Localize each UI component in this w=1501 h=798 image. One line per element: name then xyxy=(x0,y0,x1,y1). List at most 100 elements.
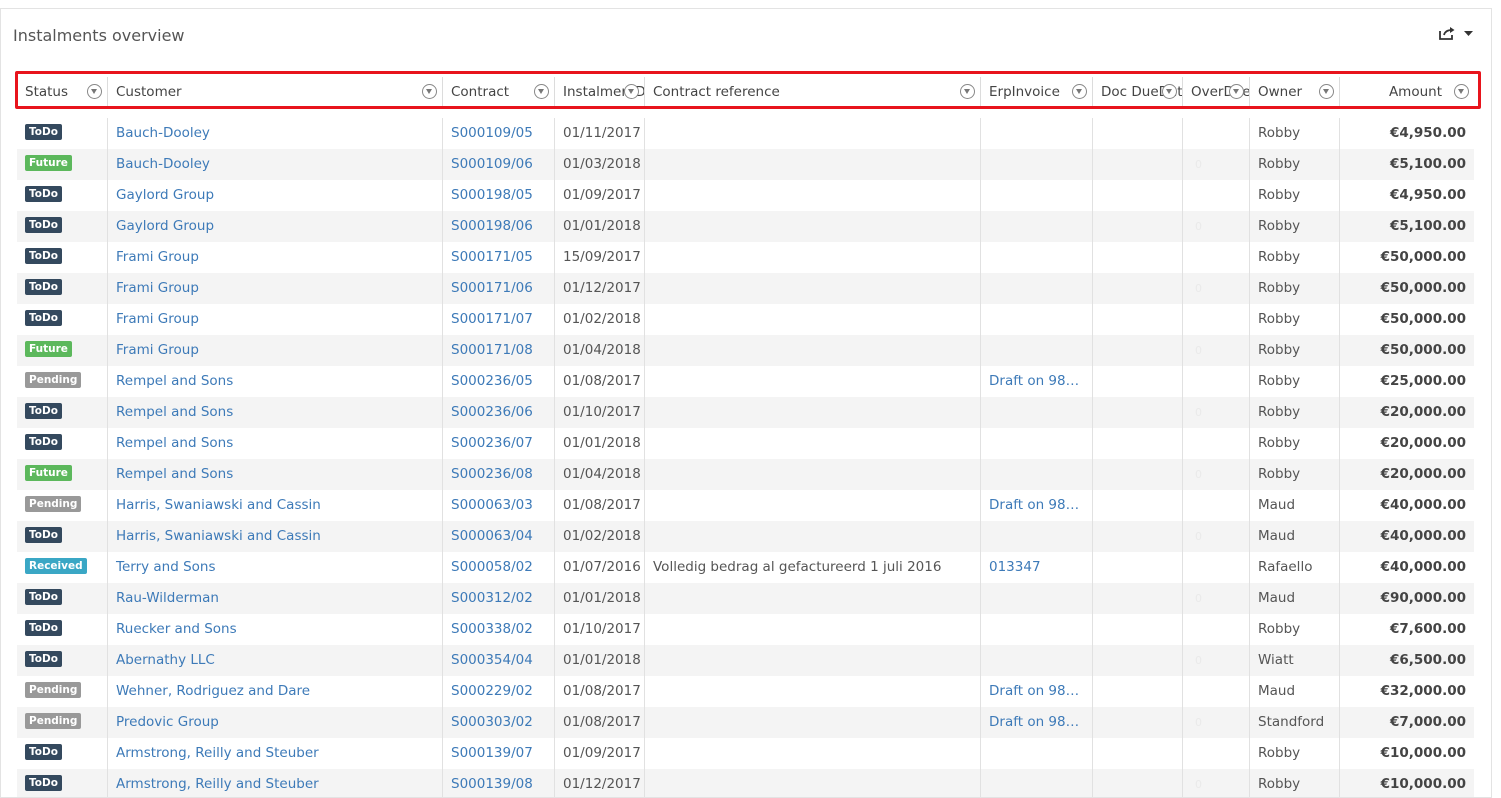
table-row[interactable]: ToDo Abernathy LLC S000354/04 01/01/2018… xyxy=(17,645,1474,676)
erp-invoice-link[interactable] xyxy=(981,335,1093,366)
erp-invoice-link[interactable] xyxy=(981,397,1093,428)
table-row[interactable]: Future Frami Group S000171/08 01/04/2018… xyxy=(17,335,1474,366)
table-row[interactable]: ToDo Armstrong, Reilly and Steuber S0001… xyxy=(17,738,1474,769)
customer-link[interactable]: Rempel and Sons xyxy=(108,428,443,459)
erp-invoice-link[interactable]: Draft on 982… xyxy=(981,676,1093,707)
erp-invoice-link[interactable] xyxy=(981,769,1093,797)
table-row[interactable]: ToDo Rempel and Sons S000236/07 01/01/20… xyxy=(17,428,1474,459)
customer-link[interactable]: Harris, Swaniawski and Cassin xyxy=(108,521,443,552)
contract-link[interactable]: S000171/05 xyxy=(443,242,555,273)
customer-link[interactable]: Abernathy LLC xyxy=(108,645,443,676)
table-row[interactable]: Pending Rempel and Sons S000236/05 01/08… xyxy=(17,366,1474,397)
erp-invoice-link[interactable]: Draft on 982… xyxy=(981,490,1093,521)
contract-link[interactable]: S000109/05 xyxy=(443,118,555,149)
table-row[interactable]: ToDo Rempel and Sons S000236/06 01/10/20… xyxy=(17,397,1474,428)
table-row[interactable]: ToDo Frami Group S000171/05 15/09/2017 R… xyxy=(17,242,1474,273)
customer-link[interactable]: Gaylord Group xyxy=(108,180,443,211)
contract-link[interactable]: S000354/04 xyxy=(443,645,555,676)
contract-link[interactable]: S000198/06 xyxy=(443,211,555,242)
erp-invoice-link[interactable] xyxy=(981,118,1093,149)
customer-link[interactable]: Harris, Swaniawski and Cassin xyxy=(108,490,443,521)
customer-link[interactable]: Frami Group xyxy=(108,304,443,335)
table-row[interactable]: ToDo Gaylord Group S000198/06 01/01/2018… xyxy=(17,211,1474,242)
table-row[interactable]: ToDo Rau-Wilderman S000312/02 01/01/2018… xyxy=(17,583,1474,614)
column-header-status[interactable]: Status xyxy=(17,77,108,107)
column-header-amount[interactable]: Amount xyxy=(1340,77,1474,107)
erp-invoice-link[interactable] xyxy=(981,242,1093,273)
customer-link[interactable]: Armstrong, Reilly and Steuber xyxy=(108,769,443,797)
customer-link[interactable]: Rempel and Sons xyxy=(108,366,443,397)
erp-invoice-link[interactable] xyxy=(981,459,1093,490)
contract-link[interactable]: S000171/07 xyxy=(443,304,555,335)
erp-invoice-link[interactable] xyxy=(981,149,1093,180)
filter-icon[interactable] xyxy=(87,84,102,99)
filter-icon[interactable] xyxy=(960,84,975,99)
table-row[interactable]: ToDo Gaylord Group S000198/05 01/09/2017… xyxy=(17,180,1474,211)
erp-invoice-link[interactable]: Draft on 982… xyxy=(981,366,1093,397)
table-row[interactable]: ToDo Armstrong, Reilly and Steuber S0001… xyxy=(17,769,1474,797)
contract-link[interactable]: S000171/06 xyxy=(443,273,555,304)
contract-link[interactable]: S000236/07 xyxy=(443,428,555,459)
column-header-overdue[interactable]: OverDue xyxy=(1183,77,1250,107)
filter-icon[interactable] xyxy=(624,84,639,99)
column-header-contract[interactable]: Contract xyxy=(443,77,555,107)
table-row[interactable]: Pending Predovic Group S000303/02 01/08/… xyxy=(17,707,1474,738)
contract-link[interactable]: S000236/05 xyxy=(443,366,555,397)
filter-icon[interactable] xyxy=(1162,84,1177,99)
contract-link[interactable]: S000139/08 xyxy=(443,769,555,797)
customer-link[interactable]: Frami Group xyxy=(108,273,443,304)
column-header-doc-due-date[interactable]: Doc DueDate xyxy=(1093,77,1183,107)
table-row[interactable]: ToDo Frami Group S000171/07 01/02/2018 R… xyxy=(17,304,1474,335)
erp-invoice-link[interactable] xyxy=(981,304,1093,335)
table-row[interactable]: ToDo Frami Group S000171/06 01/12/2017 0… xyxy=(17,273,1474,304)
filter-icon[interactable] xyxy=(422,84,437,99)
erp-invoice-link[interactable] xyxy=(981,645,1093,676)
table-row[interactable]: ToDo Harris, Swaniawski and Cassin S0000… xyxy=(17,521,1474,552)
contract-link[interactable]: S000338/02 xyxy=(443,614,555,645)
contract-link[interactable]: S000058/02 xyxy=(443,552,555,583)
column-header-customer[interactable]: Customer xyxy=(108,77,443,107)
erp-invoice-link[interactable] xyxy=(981,428,1093,459)
customer-link[interactable]: Rempel and Sons xyxy=(108,397,443,428)
filter-icon[interactable] xyxy=(1454,84,1469,99)
erp-invoice-link[interactable]: Draft on 982… xyxy=(981,707,1093,738)
table-row[interactable]: Future Bauch-Dooley S000109/06 01/03/201… xyxy=(17,149,1474,180)
customer-link[interactable]: Predovic Group xyxy=(108,707,443,738)
customer-link[interactable]: Frami Group xyxy=(108,242,443,273)
customer-link[interactable]: Bauch-Dooley xyxy=(108,149,443,180)
customer-link[interactable]: Frami Group xyxy=(108,335,443,366)
table-row[interactable]: Future Rempel and Sons S000236/08 01/04/… xyxy=(17,459,1474,490)
table-row[interactable]: Pending Wehner, Rodriguez and Dare S0002… xyxy=(17,676,1474,707)
contract-link[interactable]: S000229/02 xyxy=(443,676,555,707)
erp-invoice-link[interactable] xyxy=(981,614,1093,645)
export-menu[interactable] xyxy=(1438,26,1473,41)
customer-link[interactable]: Armstrong, Reilly and Steuber xyxy=(108,738,443,769)
table-row[interactable]: Pending Harris, Swaniawski and Cassin S0… xyxy=(17,490,1474,521)
contract-link[interactable]: S000139/07 xyxy=(443,738,555,769)
contract-link[interactable]: S000303/02 xyxy=(443,707,555,738)
erp-invoice-link[interactable] xyxy=(981,273,1093,304)
customer-link[interactable]: Ruecker and Sons xyxy=(108,614,443,645)
filter-icon[interactable] xyxy=(1072,84,1087,99)
customer-link[interactable]: Rau-Wilderman xyxy=(108,583,443,614)
table-row[interactable]: Received Terry and Sons S000058/02 01/07… xyxy=(17,552,1474,583)
erp-invoice-link[interactable] xyxy=(981,738,1093,769)
column-header-contract-reference[interactable]: Contract reference xyxy=(645,77,981,107)
erp-invoice-link[interactable]: 013347 xyxy=(981,552,1093,583)
column-header-instalment-date[interactable]: InstalmentDate xyxy=(555,77,645,107)
contract-link[interactable]: S000236/06 xyxy=(443,397,555,428)
erp-invoice-link[interactable] xyxy=(981,521,1093,552)
filter-icon[interactable] xyxy=(1229,84,1244,99)
erp-invoice-link[interactable] xyxy=(981,583,1093,614)
customer-link[interactable]: Rempel and Sons xyxy=(108,459,443,490)
filter-icon[interactable] xyxy=(1319,84,1334,99)
contract-link[interactable]: S000236/08 xyxy=(443,459,555,490)
column-header-erp-invoice[interactable]: ErpInvoice xyxy=(981,77,1093,107)
customer-link[interactable]: Bauch-Dooley xyxy=(108,118,443,149)
erp-invoice-link[interactable] xyxy=(981,211,1093,242)
contract-link[interactable]: S000312/02 xyxy=(443,583,555,614)
contract-link[interactable]: S000063/03 xyxy=(443,490,555,521)
contract-link[interactable]: S000198/05 xyxy=(443,180,555,211)
contract-link[interactable]: S000063/04 xyxy=(443,521,555,552)
table-row[interactable]: ToDo Ruecker and Sons S000338/02 01/10/2… xyxy=(17,614,1474,645)
